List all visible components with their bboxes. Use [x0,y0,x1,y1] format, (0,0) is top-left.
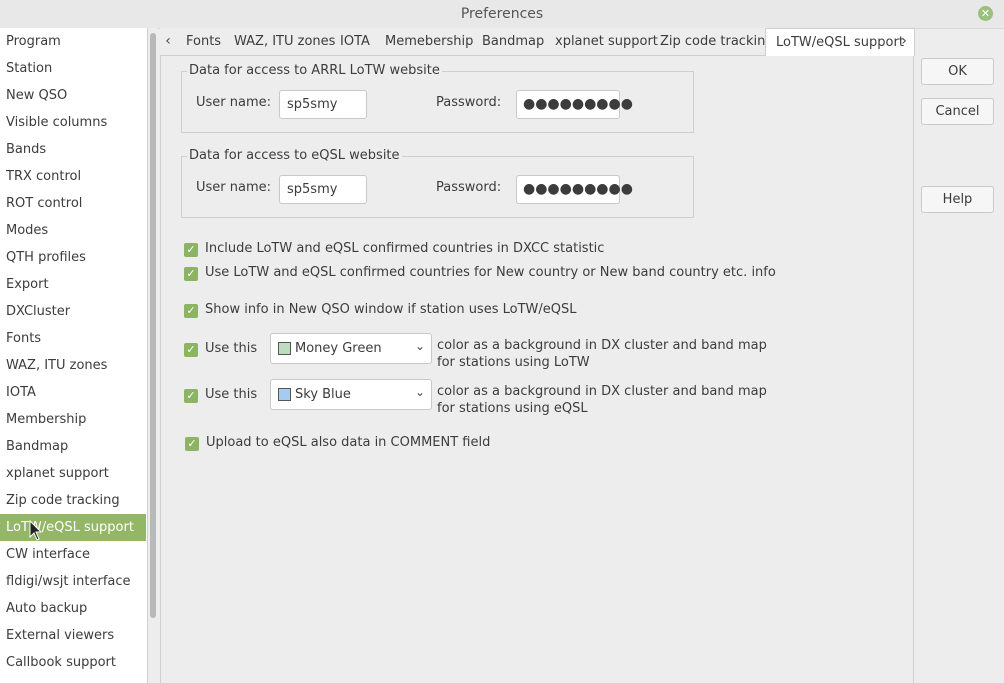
sidebar-item-qth-profiles[interactable]: QTH profiles [0,244,146,271]
tab-membership[interactable]: Memebership [385,28,473,55]
tab-bar: ‹ Fonts WAZ, ITU zones IOTA Memebership … [160,28,915,56]
eqsl-password-input[interactable]: ●●●●●●●●● [516,175,633,204]
lotw-color-desc-2: for stations using LoTW [437,355,590,370]
sidebar-item-station[interactable]: Station [0,55,146,82]
lotw-username-input[interactable]: sp5smy [279,90,367,119]
sidebar-item-visible-columns[interactable]: Visible columns [0,109,146,136]
tab-fonts[interactable]: Fonts [186,28,221,55]
lotw-color-desc-1: color as a background in DX cluster and … [437,338,767,353]
ok-button[interactable]: OK [921,58,994,85]
sidebar-item-trx-control[interactable]: TRX control [0,163,146,190]
sidebar-item-callbook-support[interactable]: Callbook support [0,649,146,676]
tab-bandmap[interactable]: Bandmap [482,28,544,55]
sidebar-item-waz-itu-zones[interactable]: WAZ, ITU zones [0,352,146,379]
sidebar-item-membership[interactable]: Membership [0,406,146,433]
sidebar-item-program[interactable]: Program [0,28,146,55]
sidebar-item-dxcluster[interactable]: DXCluster [0,298,146,325]
lotw-username-label: User name: [196,95,272,110]
lotw-password-label: Password: [436,95,502,110]
close-icon[interactable]: ✕ [978,6,993,21]
sidebar-scrollbar[interactable] [148,28,158,683]
use-confirmed-checkbox[interactable]: ✓ [184,267,198,281]
sidebar-item-fonts[interactable]: Fonts [0,325,146,352]
lotw-group-title: Data for access to ARRL LoTW website [187,63,442,79]
sidebar-item-lotw-eqsl-support[interactable]: LoTW/eQSL support [0,514,146,541]
tab-zip-code-tracking[interactable]: Zip code tracking [660,28,774,55]
upload-comment-label: Upload to eQSL also data in COMMENT fiel… [206,435,491,450]
eqsl-color-swatch [278,388,291,401]
use-eqsl-color-checkbox[interactable]: ✓ [184,389,198,403]
eqsl-username-input[interactable]: sp5smy [279,175,367,204]
eqsl-access-group: Data for access to eQSL website User nam… [181,148,694,218]
lotw-color-name: Money Green [295,341,382,356]
show-info-checkbox[interactable]: ✓ [184,304,198,318]
eqsl-username-label: User name: [196,180,272,195]
eqsl-group-title: Data for access to eQSL website [187,148,402,164]
sidebar-item-external-viewers[interactable]: External viewers [0,622,146,649]
title-bar: Preferences ✕ [0,0,1004,29]
lotw-password-input[interactable]: ●●●●●●●●● [516,90,633,119]
use-lotw-color-label: Use this [205,341,258,356]
settings-panel: Data for access to ARRL LoTW website Use… [160,56,914,683]
sidebar-item-xplanet-support[interactable]: xplanet support [0,460,146,487]
sidebar-item-new-qso[interactable]: New QSO [0,82,146,109]
sidebar-item-modes[interactable]: Modes [0,217,146,244]
lotw-access-group: Data for access to ARRL LoTW website Use… [181,63,694,133]
sidebar-item-iota[interactable]: IOTA [0,379,146,406]
chevron-down-icon: ⌄ [414,385,425,399]
use-confirmed-label: Use LoTW and eQSL confirmed countries fo… [205,265,776,280]
sidebar-item-export[interactable]: Export [0,271,146,298]
window-title: Preferences [460,6,544,22]
sidebar: Program Station New QSO Visible columns Band… [0,28,148,683]
scrollbar-thumb[interactable] [150,33,156,618]
sidebar-list: Program Station New QSO Visible columns Band… [0,28,146,676]
tab-scroll-left-icon[interactable]: ‹ [160,28,176,55]
lotw-color-swatch [278,342,291,355]
eqsl-color-desc-1: color as a background in DX cluster and … [437,384,767,399]
sidebar-item-bandmap[interactable]: Bandmap [0,433,146,460]
tab-xplanet-support[interactable]: xplanet support [555,28,658,55]
use-eqsl-color-label: Use this [205,387,258,402]
include-confirmed-label: Include LoTW and eQSL confirmed countrie… [205,241,605,256]
use-lotw-color-checkbox[interactable]: ✓ [184,343,198,357]
cancel-button[interactable]: Cancel [921,98,994,125]
tab-waz-itu-zones[interactable]: WAZ, ITU zones [234,28,335,55]
chevron-down-icon: ⌄ [414,339,425,353]
sidebar-item-zip-code-tracking[interactable]: Zip code tracking [0,487,146,514]
eqsl-color-name: Sky Blue [295,387,351,402]
mouse-cursor-icon [29,520,43,541]
eqsl-color-select[interactable]: Sky Blue ⌄ [270,379,432,410]
sidebar-item-rot-control[interactable]: ROT control [0,190,146,217]
include-confirmed-checkbox[interactable]: ✓ [184,243,198,257]
sidebar-item-bands[interactable]: Bands [0,136,146,163]
lotw-color-select[interactable]: Money Green ⌄ [270,333,432,364]
sidebar-item-cw-interface[interactable]: CW interface [0,541,146,568]
eqsl-color-desc-2: for stations using eQSL [437,401,588,416]
tab-scroll-right-icon[interactable]: › [896,28,912,55]
tab-iota[interactable]: IOTA [340,28,370,55]
sidebar-item-auto-backup[interactable]: Auto backup [0,595,146,622]
upload-comment-checkbox[interactable]: ✓ [185,437,199,451]
sidebar-item-fldigi-wsjt-interface[interactable]: fldigi/wsjt interface [0,568,146,595]
help-button[interactable]: Help [921,186,994,213]
show-info-label: Show info in New QSO window if station u… [205,302,577,317]
tab-lotw-eqsl-support[interactable]: LoTW/eQSL support [765,28,915,56]
eqsl-password-label: Password: [436,180,502,195]
